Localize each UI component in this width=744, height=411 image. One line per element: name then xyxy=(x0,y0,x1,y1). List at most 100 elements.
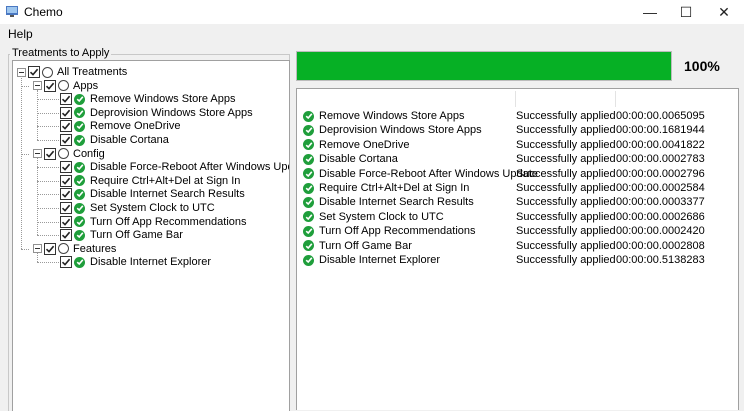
tree-line xyxy=(37,194,59,196)
result-duration: 00:00:00.0041822 xyxy=(616,138,705,151)
checkbox[interactable] xyxy=(60,174,72,187)
checkbox[interactable] xyxy=(60,256,72,269)
result-name: Disable Cortana xyxy=(319,153,398,166)
title-bar: Chemo — ☐ ✕ xyxy=(0,0,744,24)
tree-category[interactable]: Features xyxy=(33,242,116,256)
result-duration: 00:00:00.0002783 xyxy=(616,153,705,166)
tree-item[interactable]: Deprovision Windows Store Apps xyxy=(49,106,253,120)
tree-item[interactable]: Disable Force-Reboot After Windows Updat… xyxy=(49,160,289,174)
checkbox[interactable] xyxy=(28,66,40,78)
checkbox[interactable] xyxy=(60,134,72,146)
result-name: Remove Windows Store Apps xyxy=(319,110,465,122)
result-status: Successfully applied xyxy=(516,110,616,122)
tree-line xyxy=(37,221,59,223)
tree-label: Disable Internet Explorer xyxy=(90,256,212,269)
progress-label: 100% xyxy=(684,58,720,74)
tree-label: Deprovision Windows Store Apps xyxy=(90,106,253,119)
tree-category[interactable]: Config xyxy=(33,147,105,161)
result-row[interactable]: Remove Windows Store Apps Successfully ap… xyxy=(303,109,733,123)
checkbox[interactable] xyxy=(44,147,56,160)
tree-item[interactable]: Disable Internet Search Results xyxy=(49,187,245,201)
checkbox[interactable] xyxy=(60,161,72,174)
result-row[interactable]: Disable Internet Explorer Successfully ap… xyxy=(303,253,733,267)
open-circle-icon xyxy=(58,148,69,160)
tree-line xyxy=(37,99,59,101)
treatments-group-label: Treatments to Apply xyxy=(10,47,112,59)
result-row[interactable]: Disable Cortana Successfully applied 00:00… xyxy=(303,152,733,166)
result-name-cell: Remove Windows Store Apps xyxy=(303,110,516,122)
result-status: Successfully applied xyxy=(516,239,616,252)
tree-line xyxy=(21,85,29,87)
result-name: Disable Internet Search Results xyxy=(319,196,474,209)
green-check-circle-icon xyxy=(303,211,314,223)
result-status: Successfully applied xyxy=(516,225,616,238)
tree-label: Disable Cortana xyxy=(90,134,169,146)
tree-category[interactable]: Apps xyxy=(33,79,98,93)
tree-line xyxy=(37,262,59,264)
green-check-circle-icon xyxy=(303,110,314,122)
tree-item[interactable]: Turn Off Game Bar xyxy=(49,228,183,242)
result-name: Disable Force-Reboot After Windows Updat… xyxy=(319,167,538,180)
minimize-button[interactable]: — xyxy=(630,0,670,24)
tree-item[interactable]: Require Ctrl+Alt+Del at Sign In xyxy=(49,174,240,188)
checkbox[interactable] xyxy=(44,79,56,92)
tree-line xyxy=(37,112,59,114)
result-name-cell: Require Ctrl+Alt+Del at Sign In xyxy=(303,182,516,194)
open-circle-icon xyxy=(42,66,53,78)
result-row[interactable]: Set System Clock to UTC Successfully appl… xyxy=(303,210,733,224)
result-name: Turn Off App Recommendations xyxy=(319,225,476,238)
tree-line xyxy=(37,252,38,263)
result-row[interactable]: Remove OneDrive Successfully applied 00:00… xyxy=(303,138,733,152)
tree-label: Require Ctrl+Alt+Del at Sign In xyxy=(90,174,241,187)
treatments-tree[interactable]: All Treatments Apps Remove Windows Store A… xyxy=(12,60,290,411)
result-status: Successfully applied xyxy=(516,210,616,223)
result-status: Successfully applied xyxy=(516,153,616,166)
results-list[interactable]: Remove Windows Store Apps Successfully ap… xyxy=(296,88,739,410)
tree-item[interactable]: Disable Cortana xyxy=(49,133,169,147)
result-name-cell: Disable Force-Reboot After Windows Updat… xyxy=(303,168,538,180)
result-duration: 00:00:00.0002686 xyxy=(616,210,705,223)
green-check-circle-icon xyxy=(74,107,85,119)
tree-item[interactable]: Remove Windows Store Apps xyxy=(49,92,236,106)
tree-line xyxy=(21,248,29,250)
close-button[interactable]: ✕ xyxy=(704,0,744,24)
checkbox[interactable] xyxy=(60,106,72,119)
checkbox[interactable] xyxy=(60,93,72,106)
menu-bar: Help xyxy=(0,24,744,44)
tree-item[interactable]: Turn Off App Recommendations xyxy=(49,215,247,229)
result-row[interactable]: Disable Internet Search Results Successfu… xyxy=(303,195,733,209)
green-check-circle-icon xyxy=(74,216,85,228)
green-check-circle-icon xyxy=(303,153,314,165)
green-check-circle-icon xyxy=(74,93,85,105)
tree-line xyxy=(21,76,22,249)
tree-item[interactable]: Remove OneDrive xyxy=(49,119,180,133)
checkbox[interactable] xyxy=(60,188,72,201)
result-name: Set System Clock to UTC xyxy=(319,210,444,223)
tree-line xyxy=(37,208,59,209)
result-row[interactable]: Turn Off App Recommendations Successfully… xyxy=(303,224,733,238)
result-status: Successfully applied xyxy=(516,167,616,180)
checkbox[interactable] xyxy=(60,120,72,133)
tree-line xyxy=(37,167,59,169)
column-separator xyxy=(615,91,616,107)
result-row[interactable]: Deprovision Windows Store Apps Successful… xyxy=(303,123,733,137)
tree-label: Turn Off Game Bar xyxy=(90,229,183,242)
checkbox[interactable] xyxy=(60,215,72,228)
result-name: Disable Internet Explorer xyxy=(319,254,441,266)
result-row[interactable]: Turn Off Game Bar Successfully applied 00:… xyxy=(303,239,733,253)
window-title: Chemo xyxy=(24,5,63,19)
tree-item[interactable]: Disable Internet Explorer xyxy=(49,255,211,269)
maximize-button[interactable]: ☐ xyxy=(666,0,706,24)
result-row[interactable]: Disable Force-Reboot After Windows Updat… xyxy=(303,167,733,181)
checkbox[interactable] xyxy=(60,202,72,214)
result-row[interactable]: Require Ctrl+Alt+Del at Sign In Successfu… xyxy=(303,181,733,195)
tree-label: Disable Internet Search Results xyxy=(90,188,245,201)
menu-help[interactable]: Help xyxy=(8,27,33,41)
green-check-circle-icon xyxy=(303,240,314,252)
tree-category[interactable]: All Treatments xyxy=(17,65,127,79)
tree-item[interactable]: Set System Clock to UTC xyxy=(49,201,215,215)
green-check-circle-icon xyxy=(74,161,85,173)
tree-line xyxy=(37,235,59,237)
checkbox[interactable] xyxy=(60,229,72,242)
checkbox[interactable] xyxy=(44,242,56,255)
